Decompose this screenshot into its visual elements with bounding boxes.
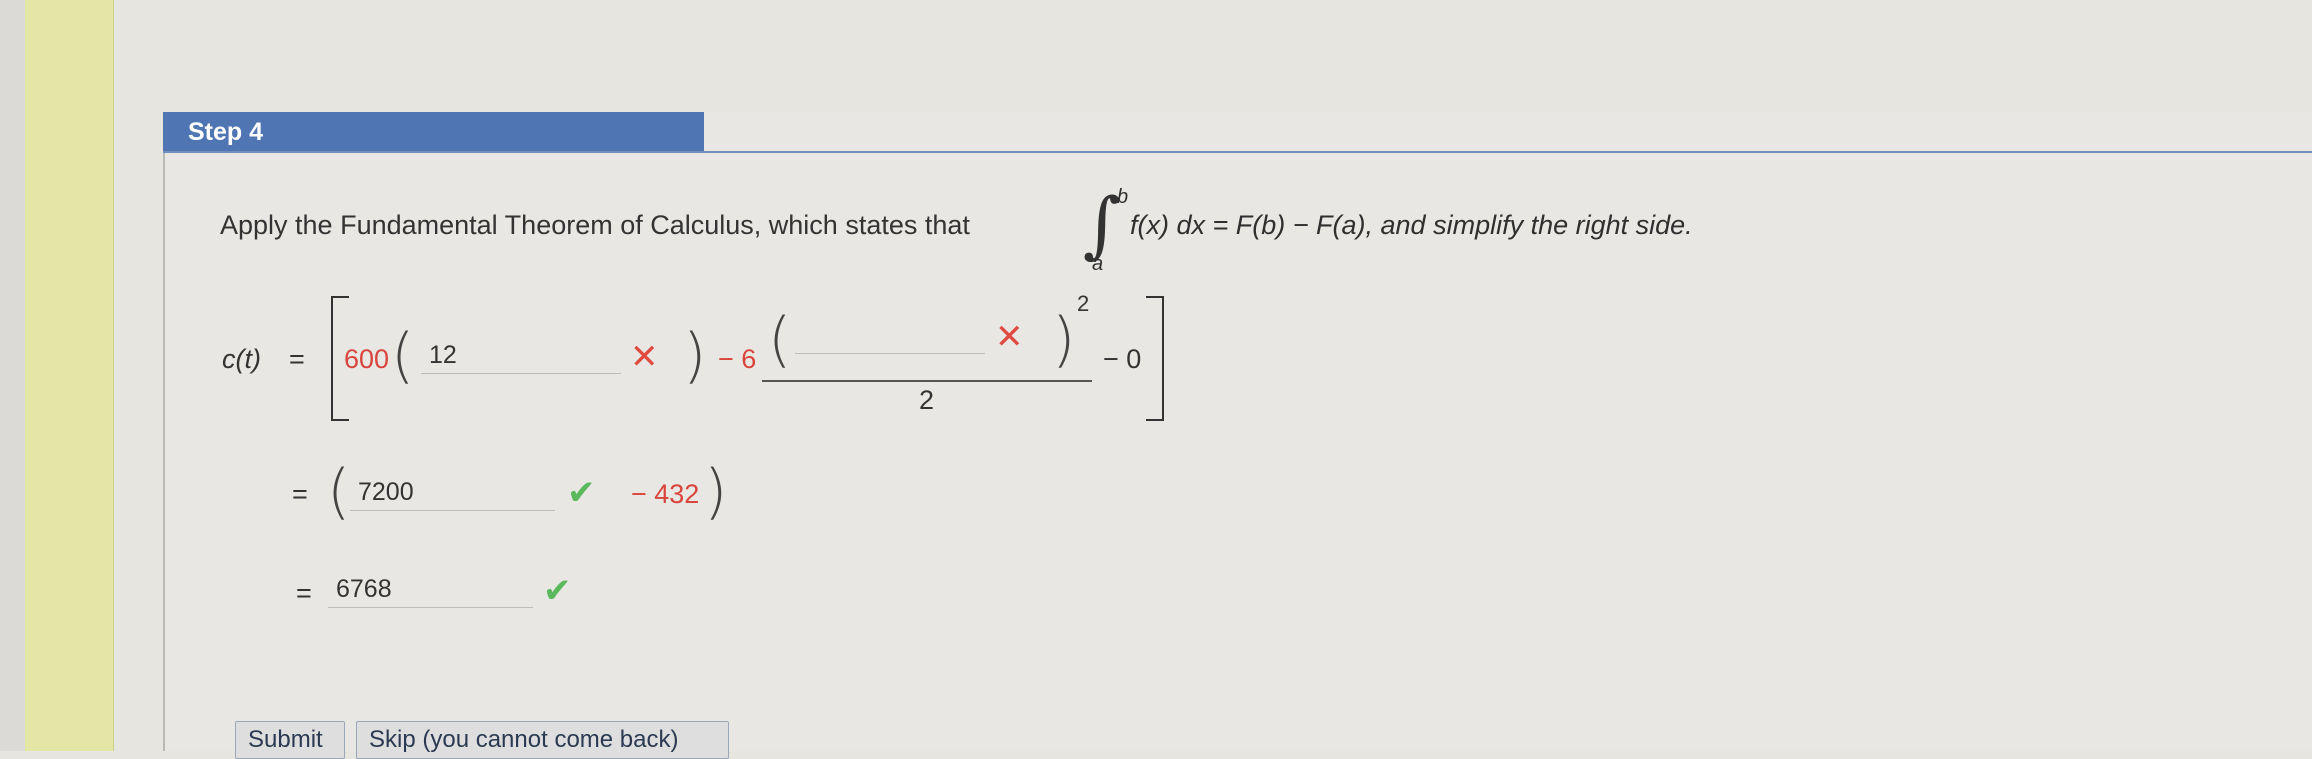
answer-input-1[interactable]: 12 (421, 336, 621, 374)
integral-upper-limit: b (1117, 186, 1129, 208)
incorrect-icon: ✕ (630, 338, 659, 376)
submit-button[interactable]: Submit (235, 721, 345, 759)
ftc-formula: f(x) dx = F(b) − F(a), and simplify the … (1130, 210, 1693, 240)
equals-sign-3: = (296, 578, 312, 608)
correct-check-icon: ✔ (567, 474, 596, 512)
exponent: 2 (1077, 291, 1090, 316)
open-paren-1: ( (391, 321, 415, 391)
denominator: 2 (919, 385, 935, 415)
equals-sign-2: = (292, 479, 308, 509)
incorrect-icon: ✕ (995, 318, 1024, 356)
close-paren-2: ) (1052, 305, 1076, 375)
answer-input-4[interactable]: 6768 (328, 570, 533, 608)
instruction-text: Apply the Fundamental Theorem of Calculu… (220, 210, 970, 240)
skip-button[interactable]: Skip (you cannot come back) (356, 721, 729, 759)
left-sidebar-strip (25, 0, 114, 751)
step-header: Step 4 (163, 112, 704, 152)
answer-input-3[interactable]: 7200 (350, 473, 555, 511)
minus-432: − 432 (631, 479, 700, 509)
open-paren-2: ( (768, 305, 792, 375)
header-rule (163, 151, 2312, 153)
correct-check-icon: ✔ (543, 572, 572, 610)
answer-input-2[interactable] (795, 316, 985, 354)
right-bracket (1146, 296, 1164, 421)
left-margin (0, 0, 25, 751)
equals-sign-1: = (289, 344, 305, 374)
close-paren-3: ) (704, 457, 728, 527)
integral-lower-limit: a (1092, 253, 1104, 275)
step-panel (163, 112, 2312, 751)
coefficient-600: 600 (344, 344, 390, 374)
minus-six: − 6 (718, 344, 757, 374)
lhs-function: c(t) (222, 344, 261, 374)
fraction-bar (762, 380, 1092, 382)
open-paren-3: ( (327, 457, 351, 527)
integral-sign: ∫ (1083, 182, 1121, 266)
minus-zero: − 0 (1103, 344, 1142, 374)
close-paren-1: ) (683, 321, 707, 391)
